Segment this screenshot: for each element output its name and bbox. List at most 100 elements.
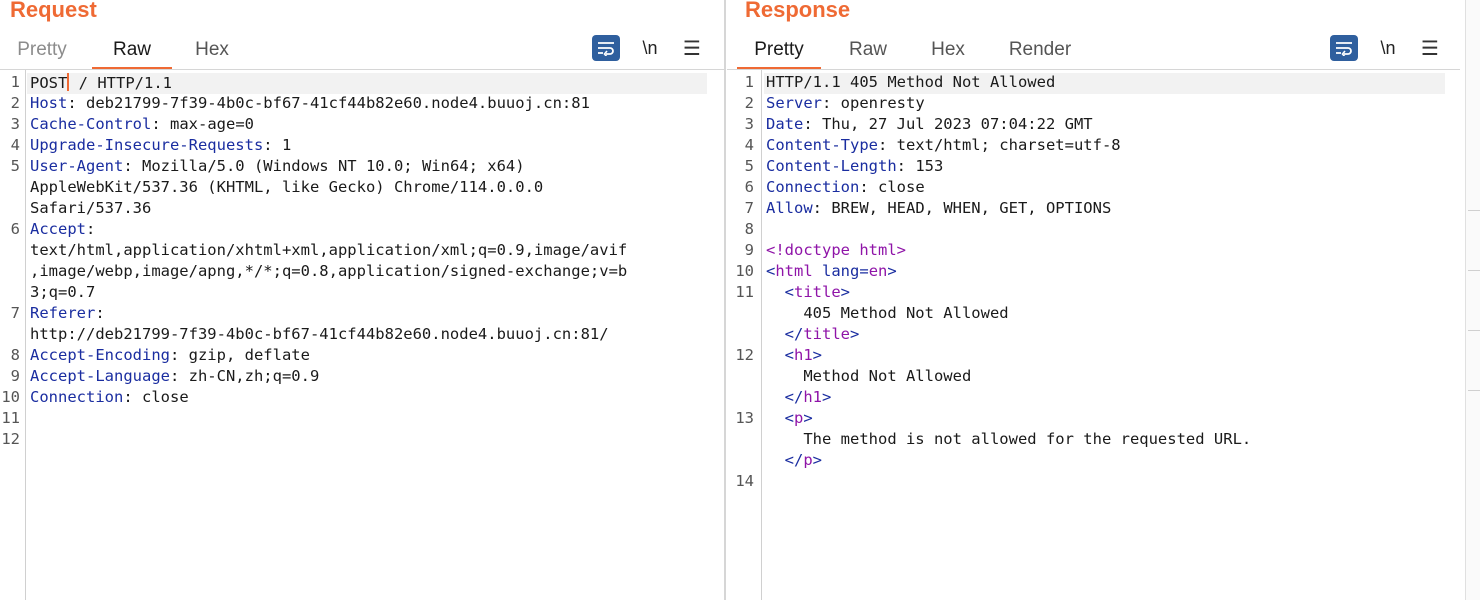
code-line: Accept-Language: zh-CN,zh;q=0.9 — [30, 367, 706, 385]
line-number: 4 — [10, 136, 20, 154]
line-text: 3;q=0.7 — [30, 283, 96, 301]
code-line: <title> — [766, 283, 1456, 301]
line-number: 8 — [744, 220, 754, 238]
html-token: en — [868, 262, 888, 280]
line-number: 14 — [735, 472, 754, 490]
tab-hex[interactable]: Hex — [923, 36, 973, 67]
line-number: 3 — [10, 115, 20, 133]
syntax-token: > — [850, 325, 860, 343]
line-number: 4 — [744, 136, 754, 154]
line-text: : openresty — [822, 94, 925, 112]
code-line: Connection: close — [30, 388, 706, 406]
line-number: 2 — [744, 94, 754, 112]
code-line: <p> — [766, 409, 1456, 427]
code-line: Host: deb21799-7f39-4b0c-bf67-41cf44b82e… — [30, 94, 706, 112]
pane-splitter[interactable] — [724, 0, 726, 600]
syntax-token: lang — [812, 262, 860, 280]
syntax-token: < — [766, 346, 794, 364]
newline-toggle[interactable]: \n — [636, 35, 664, 61]
code-line: <html lang=en> — [766, 262, 1456, 280]
line-number: 7 — [10, 304, 20, 322]
code-line: Method Not Allowed — [766, 367, 1456, 385]
code-line: 405 Method Not Allowed — [766, 304, 1456, 322]
line-text: : Thu, 27 Jul 2023 07:04:22 GMT — [803, 115, 1093, 133]
code-line: Upgrade-Insecure-Requests: 1 — [30, 136, 706, 154]
line-text: The method is not allowed for the reques… — [766, 430, 1252, 448]
syntax-token: Content-Length — [766, 157, 897, 175]
html-token: h1 — [794, 346, 813, 364]
line-number: 11 — [1, 409, 20, 427]
wrap-lines-button[interactable] — [592, 35, 620, 61]
code-line: Content-Type: text/html; charset=utf-8 — [766, 136, 1456, 154]
line-text: : deb21799-7f39-4b0c-bf67-41cf44b82e60.n… — [67, 94, 590, 112]
html-token: title — [794, 283, 841, 301]
syntax-token: < — [766, 283, 794, 301]
html-token: h1 — [803, 388, 822, 406]
line-number: 5 — [10, 157, 20, 175]
syntax-token: > — [812, 346, 823, 364]
syntax-token: Server — [766, 94, 822, 112]
code-line: text/html,application/xhtml+xml,applicat… — [30, 241, 706, 259]
newline-toggle[interactable]: \n — [1374, 35, 1402, 61]
tab-pretty[interactable]: Pretty — [737, 36, 821, 70]
code-line: Connection: close — [766, 178, 1456, 196]
header-name: Accept-Language — [30, 367, 170, 385]
line-number: 12 — [735, 346, 754, 364]
code-line: The method is not allowed for the reques… — [766, 430, 1456, 448]
code-line: Server: openresty — [766, 94, 1456, 112]
syntax-token: > — [812, 451, 823, 469]
line-text: : BREW, HEAD, WHEN, GET, OPTIONS — [812, 199, 1112, 217]
line-text: AppleWebKit/537.36 (KHTML, like Gecko) C… — [30, 178, 544, 196]
line-text: : zh-CN,zh;q=0.9 — [169, 367, 320, 385]
tab-raw[interactable]: Raw — [841, 36, 895, 67]
line-text: : close — [123, 388, 189, 406]
line-text: : 1 — [263, 136, 292, 154]
line-text: HTTP/1.1 405 Method Not Allowed — [766, 73, 1056, 91]
syntax-token: < — [766, 409, 794, 427]
strip-tick — [1468, 210, 1480, 211]
line-text: text/html,application/xhtml+xml,applicat… — [30, 241, 628, 259]
html-token: html — [775, 262, 813, 280]
tab-hex[interactable]: Hex — [186, 36, 238, 67]
html-token: p — [803, 451, 813, 469]
tab-pretty[interactable]: Pretty — [10, 36, 74, 67]
code-line: 3;q=0.7 — [30, 283, 706, 301]
header-name: Connection — [30, 388, 124, 406]
wrap-lines-button[interactable] — [1330, 35, 1358, 61]
code-line: http://deb21799-7f39-4b0c-bf67-41cf44b82… — [30, 325, 706, 343]
wrap-lines-icon — [598, 42, 614, 56]
request-title: Request — [10, 0, 97, 22]
code-line: Accept: — [30, 220, 706, 238]
hamburger-menu-icon[interactable]: ☰ — [678, 35, 706, 61]
code-line: Allow: BREW, HEAD, WHEN, GET, OPTIONS — [766, 199, 1456, 217]
line-number: 6 — [744, 178, 754, 196]
html-token: title — [803, 325, 850, 343]
code-line: ,image/webp,image/apng,*/*;q=0.8,applica… — [30, 262, 706, 280]
line-number: 10 — [1, 388, 20, 406]
line-number: 1 — [10, 73, 20, 91]
syntax-token: </ — [766, 451, 804, 469]
tab-render[interactable]: Render — [1003, 36, 1077, 67]
hamburger-menu-icon[interactable]: ☰ — [1416, 35, 1444, 61]
syntax-token: = — [859, 262, 869, 280]
line-text: : — [95, 304, 105, 322]
syntax-token: < — [766, 262, 776, 280]
code-line: Safari/537.36 — [30, 199, 706, 217]
request-pane: Request Pretty Raw Hex \n ☰ 1 2 3 4 5 6 7 8 9 10 1… — [0, 0, 724, 600]
tab-raw[interactable]: Raw — [92, 36, 172, 70]
syntax-token: > — [822, 388, 832, 406]
header-name: Cache-Control — [30, 115, 152, 133]
line-text: : 153 — [896, 157, 944, 175]
syntax-token: Allow — [766, 199, 813, 217]
line-text: Safari/537.36 — [30, 199, 152, 217]
syntax-token: </ — [766, 325, 804, 343]
line-number: 6 — [10, 220, 20, 238]
line-text: : text/html; charset=utf-8 — [877, 136, 1121, 154]
line-number: 8 — [10, 346, 20, 364]
response-pane: Response Pretty Raw Hex Render \n ☰ 1234… — [727, 0, 1460, 600]
code-line: <!doctype html> — [766, 241, 1456, 259]
header-name: User-Agent — [30, 157, 124, 175]
line-number: 7 — [744, 199, 754, 217]
line-number: 5 — [744, 157, 754, 175]
line-text: http://deb21799-7f39-4b0c-bf67-41cf44b82… — [30, 325, 609, 343]
